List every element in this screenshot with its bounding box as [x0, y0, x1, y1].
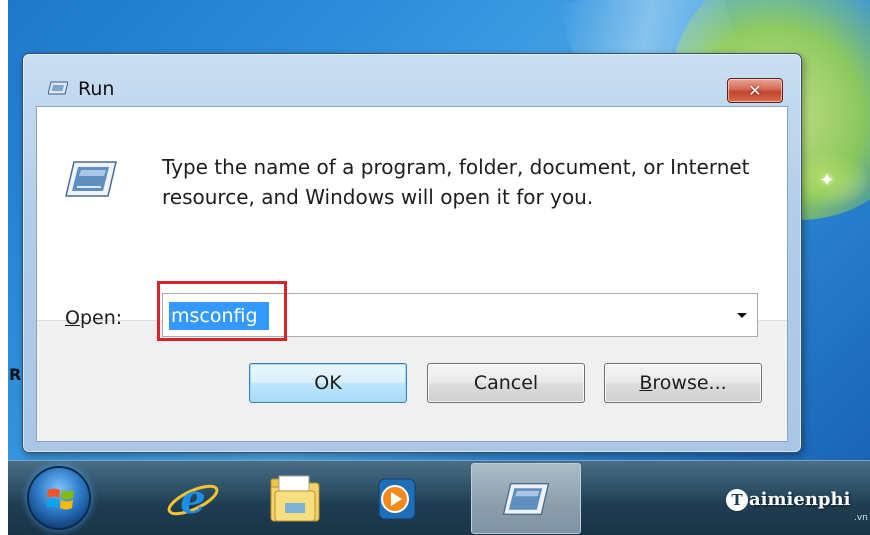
taskbar: e Taimienphi .vn: [8, 460, 870, 535]
browse-label-rest: rowse...: [652, 372, 727, 394]
run-taskbar-icon: [502, 482, 550, 515]
run-icon: [48, 81, 68, 95]
ok-button[interactable]: OK: [249, 363, 407, 403]
watermark-domain: .vn: [854, 513, 868, 523]
watermark-text: aimienphi: [749, 489, 851, 510]
open-input[interactable]: [169, 302, 269, 330]
watermark-letter: T: [726, 489, 748, 511]
browse-button[interactable]: Browse...: [604, 363, 762, 403]
chevron-down-icon[interactable]: [735, 308, 749, 322]
title-bar[interactable]: Run ✕: [23, 54, 801, 106]
desktop-text-fragment: R: [9, 365, 22, 384]
close-icon: ✕: [748, 81, 762, 100]
taskbar-run[interactable]: [471, 463, 581, 534]
open-label-rest: pen:: [79, 307, 123, 329]
open-combobox[interactable]: [162, 293, 758, 337]
windows-logo-icon: [47, 488, 74, 510]
run-program-icon: [65, 161, 117, 197]
taskbar-media-player[interactable]: [342, 463, 452, 534]
taskbar-windows-explorer[interactable]: [240, 463, 350, 534]
instruction-text: Type the name of a program, folder, docu…: [162, 152, 772, 212]
browse-mnemonic: B: [639, 372, 653, 394]
open-label: Open:: [65, 307, 122, 329]
start-button[interactable]: [27, 466, 91, 530]
window-title: Run: [78, 78, 115, 100]
windows-explorer-icon: [270, 475, 320, 521]
instruction-line-2: resource, and Windows will open it for y…: [162, 185, 594, 209]
taskbar-internet-explorer[interactable]: e: [138, 463, 248, 534]
run-dialog: Run ✕ Type the name of a program, folder…: [22, 53, 802, 453]
internet-explorer-icon: e: [167, 476, 219, 523]
dialog-content-panel: Type the name of a program, folder, docu…: [37, 107, 787, 321]
close-button[interactable]: ✕: [727, 78, 783, 103]
sparkle-icon: ✦: [819, 170, 835, 191]
watermark-logo: Taimienphi: [726, 489, 850, 511]
media-player-icon: [378, 478, 416, 519]
dialog-client-area: Type the name of a program, folder, docu…: [36, 106, 788, 442]
svg-text:e: e: [180, 476, 205, 523]
instruction-line-1: Type the name of a program, folder, docu…: [162, 155, 750, 179]
cancel-button[interactable]: Cancel: [427, 363, 585, 403]
open-label-mnemonic: O: [65, 307, 80, 329]
